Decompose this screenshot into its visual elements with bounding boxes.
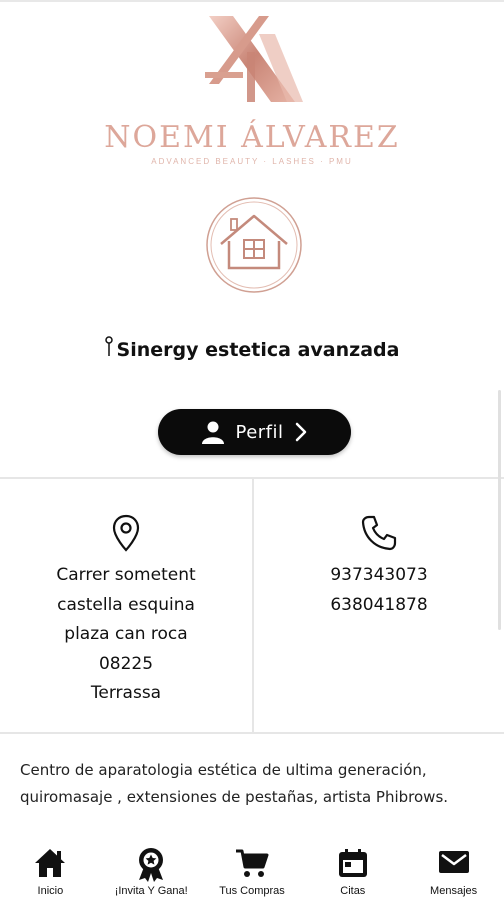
pin-marker-icon: [104, 336, 113, 356]
bottom-navigation: Inicio ¡Invita Y Gana! Tus Compras Citas: [0, 840, 504, 900]
brand-logo: NOEMI ÁLVAREZ ADVANCED BEAUTY · LASHES ·…: [0, 10, 504, 166]
mail-icon: [438, 851, 469, 873]
nav-label: Inicio: [37, 885, 64, 897]
address-postcode: 08225: [98, 653, 154, 674]
calendar-icon: [338, 849, 367, 877]
brand-tagline: ADVANCED BEAUTY · LASHES · PMU: [151, 157, 353, 166]
brand-monogram-icon: [205, 16, 303, 102]
business-description: Centro de aparatologia estética de ultim…: [20, 761, 449, 806]
phone-icon: [361, 515, 397, 551]
address-line: castella esquina: [57, 594, 195, 615]
brand-name: NOEMI ÁLVAREZ: [104, 120, 400, 155]
chevron-right-icon: [295, 422, 306, 442]
phone-cell[interactable]: 937343073 638041878: [254, 479, 504, 732]
home-icon: [35, 849, 66, 877]
phone-number[interactable]: 937343073: [254, 561, 504, 591]
nav-label: Citas: [340, 885, 366, 897]
phone-lines: 937343073 638041878: [254, 561, 504, 620]
nav-label: Tus Compras: [219, 885, 285, 897]
nav-item-compras[interactable]: Tus Compras: [202, 840, 303, 900]
profile-button[interactable]: Perfil: [158, 409, 351, 455]
user-icon: [202, 421, 225, 444]
nav-item-citas[interactable]: Citas: [302, 840, 403, 900]
award-icon: [139, 848, 164, 882]
address-cell[interactable]: Carrer sometent castella esquina plaza c…: [0, 479, 254, 732]
nav-item-inicio[interactable]: Inicio: [0, 840, 101, 900]
location-title: Sinergy estetica avanzada: [0, 336, 504, 361]
nav-item-invita[interactable]: ¡Invita Y Gana!: [101, 840, 202, 900]
nav-item-mensajes[interactable]: Mensajes: [403, 840, 504, 900]
top-divider: [0, 0, 504, 2]
address-line: Carrer sometent: [56, 565, 196, 585]
address-city: Terrassa: [90, 683, 162, 703]
phone-number[interactable]: 638041878: [254, 591, 504, 621]
scrollbar[interactable]: [498, 390, 501, 630]
address-line: plaza can roca: [64, 624, 188, 644]
location-name: Sinergy estetica avanzada: [116, 339, 400, 361]
contact-info-grid: Carrer sometent castella esquina plaza c…: [0, 477, 504, 734]
nav-label: ¡Invita Y Gana!: [114, 885, 188, 897]
map-pin-icon: [112, 514, 140, 552]
cart-icon: [235, 849, 269, 877]
nav-label: Mensajes: [430, 885, 478, 897]
house-badge-icon: [206, 197, 302, 293]
address-lines: Carrer sometent castella esquina plaza c…: [0, 561, 252, 709]
profile-button-label: Perfil: [235, 421, 284, 443]
